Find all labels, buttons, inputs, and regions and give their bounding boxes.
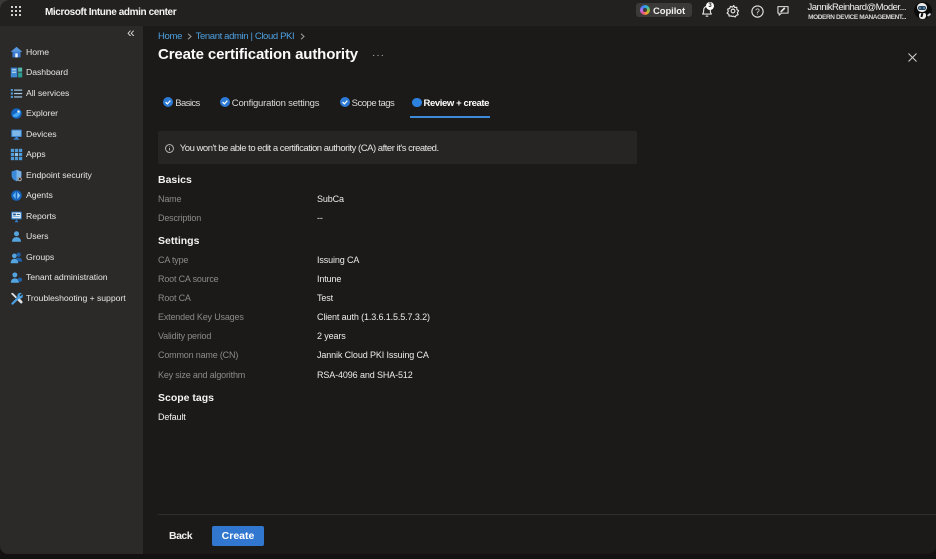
svg-text:?: ? bbox=[755, 6, 760, 16]
